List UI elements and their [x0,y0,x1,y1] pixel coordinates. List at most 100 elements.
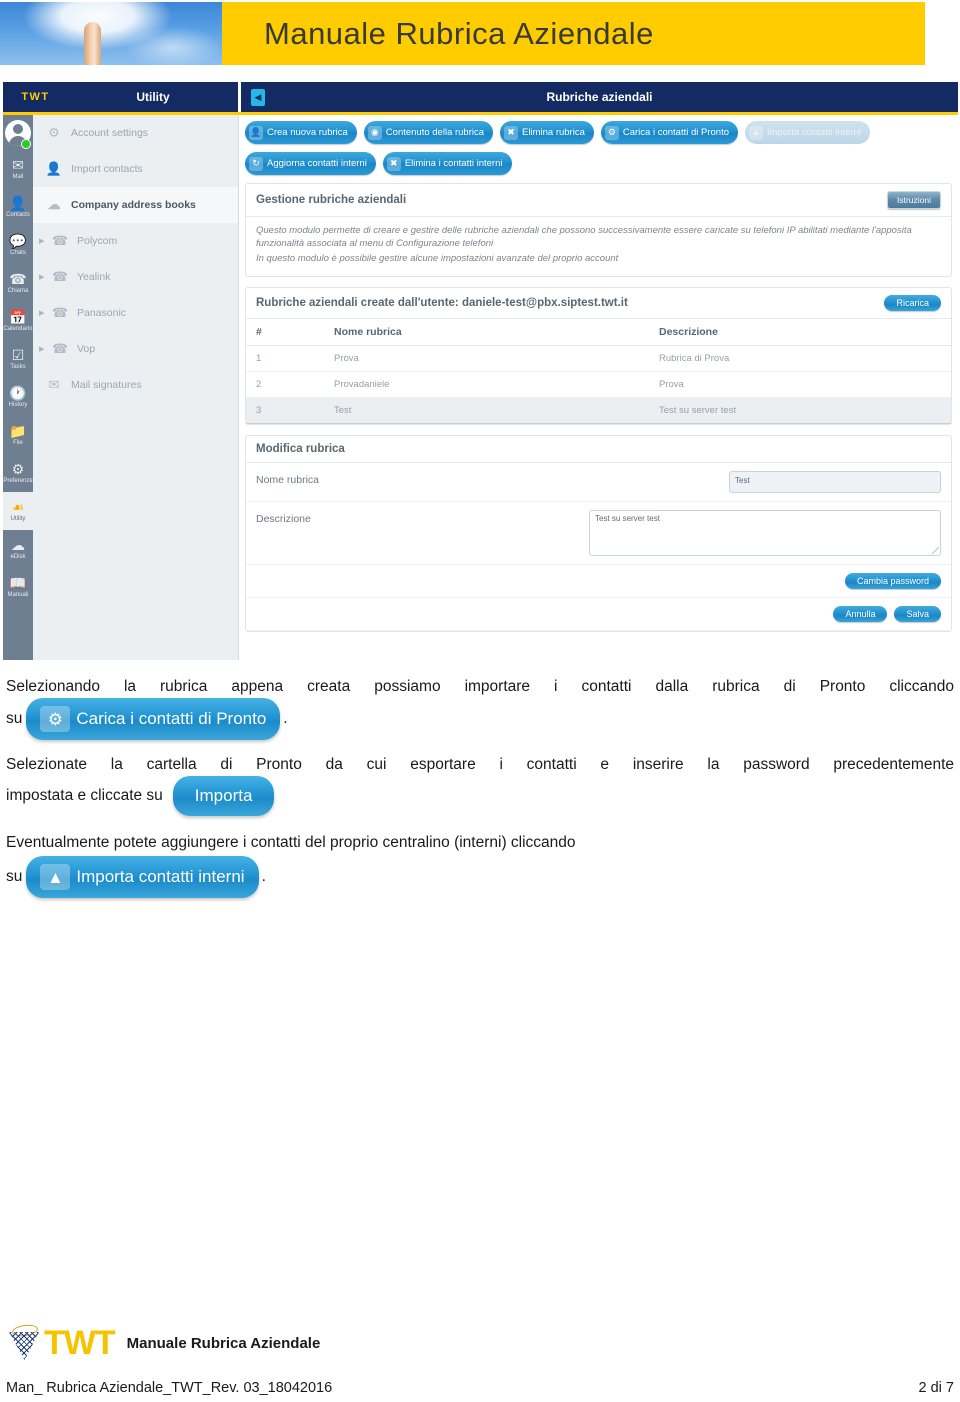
rail-item-chats[interactable]: 💬 Chats [3,226,33,264]
menu-item-polycom[interactable]: ▶ ☎ Polycom [33,223,238,259]
table-row[interactable]: 1 Prova Rubrica di Prova [246,345,951,372]
period-3: . [261,868,266,885]
footer-page-number: 2 di 7 [918,1380,954,1396]
cell-num: 3 [246,397,324,424]
account-settings-icon: ⚙ [48,125,60,140]
salva-button[interactable]: Salva [894,606,941,622]
menu-item-import-contacts[interactable]: 👤 Import contacts [33,151,238,187]
menu-item-company-address-books[interactable]: ☁ Company address books [33,187,238,223]
rail-item-file[interactable]: 📁 File [3,416,33,454]
carica-contatti-pronto-inline-button[interactable]: ⚙ Carica i contatti di Pronto [26,698,281,740]
rail-item-history[interactable]: 🕐 History [3,378,33,416]
edit-panel-title: Modifica rubrica [256,443,345,455]
elimina-rubrica-button[interactable]: ✖ Elimina rubrica [500,121,594,144]
nome-rubrica-input[interactable]: Test [729,471,941,493]
app-body: ✉ Mail 👤 Contacts 💬 Chats ☎ Chiama 📅 Cal… [3,115,958,660]
database-import-icon: ⚙ [604,125,619,140]
contenuto-della-rubrica-button[interactable]: ◉ Contenuto della rubrica [363,121,494,144]
resize-grip-icon[interactable] [932,547,939,554]
edit-panel-header: Modifica rubrica [246,436,951,463]
menu-item-label: Account settings [71,127,149,139]
aggiorna-contatti-interni-button[interactable]: ↻ Aggiorna contatti interni [245,152,376,175]
gear-icon: ⚙ [11,460,25,477]
menu-item-panasonic[interactable]: ▶ ☎ Panasonic [33,295,238,331]
person-icon: 👤 [9,194,27,211]
list-panel-title: Rubriche aziendali create dall'utente: d… [256,297,628,309]
phone-icon: ☎ [51,341,69,356]
menu-item-yealink[interactable]: ▶ ☎ Yealink [33,259,238,295]
footer-meta: Man_ Rubrica Aziendale_TWT_Rev. 03_18042… [6,1380,954,1396]
rail-label: Chiama [7,287,29,294]
elimina-contatti-interni-button[interactable]: ✖ Elimina i contatti interni [382,152,512,175]
database-import-icon: ⚙ [40,706,71,732]
address-book-icon: ☁ [47,197,61,212]
importa-contatti-interni-inline-button[interactable]: ▲ Importa contatti interni [26,856,259,898]
button-label: Aggiorna contatti interni [267,158,367,169]
button-label: Importa contatti interni [76,867,245,886]
twt-mesh-icon [6,1323,44,1362]
button-label: Elimina rubrica [522,127,585,138]
topbar-section-utility[interactable]: Utility [68,82,238,112]
menu-item-label: Import contacts [71,163,143,175]
mail-signature-icon: ✉ [48,377,60,392]
twt-wordmark: TWT [44,1324,116,1362]
menu-item-mail-signatures[interactable]: ✉ Mail signatures [33,367,238,403]
users-refresh-icon: ↻ [249,156,263,171]
rail-item-contacts[interactable]: 👤 Contacts [3,188,33,226]
users-delete-icon: ✖ [386,156,401,171]
rail-item-edisk[interactable]: ☁ eDisk [3,530,33,568]
rail-label: Calendario [3,325,33,332]
rail-item-mail[interactable]: ✉ Mail [3,150,33,188]
rail-item-tasks[interactable]: ☑ Tasks [3,340,33,378]
cell-desc: Rubrica di Prova [649,345,951,372]
menu-item-account-settings[interactable]: ⚙ Account settings [33,115,238,151]
rubriche-table: # Nome rubrica Descrizione 1 Prova Rubri… [246,319,951,424]
rail-label: Manuali [7,591,29,598]
button-label: Carica i contatti di Pronto [622,127,729,138]
users-upload-icon: ▲ [749,125,763,140]
cell-num: 1 [246,345,324,372]
button-label: Carica i contatti di Pronto [76,709,267,728]
document-body: Selezionando la rubrica appena creata po… [6,672,954,898]
rail-item-manuali[interactable]: 📖 Manuali [3,568,33,606]
cell-name: Prova [324,345,649,372]
cambia-password-button[interactable]: Cambia password [844,573,941,589]
menu-item-vop[interactable]: ▶ ☎ Vop [33,331,238,367]
banner-title: Manuale Rubrica Aziendale [264,15,654,51]
ricarica-button[interactable]: Ricarica [884,295,941,311]
nodes-icon: ☙ [11,498,25,515]
field-row-nome: Nome rubrica Test [246,463,951,502]
cell-name: Provadaniele [324,371,649,398]
phone-icon: ☎ [9,270,27,287]
descrizione-textarea[interactable]: Test su server test [589,510,941,556]
rail-item-utility[interactable]: ☙ Utility [3,492,33,530]
rail-label: Contacts [6,211,30,218]
paragraph-3: Eventualmente potete aggiungere i contat… [6,834,576,851]
import-contacts-icon: 👤 [45,161,63,176]
rail-item-chiama[interactable]: ☎ Chiama [3,264,33,302]
istruzioni-button[interactable]: Istruzioni [886,191,941,209]
rubriche-list-panel: Rubriche aziendali create dall'utente: d… [245,287,952,425]
crea-nuova-rubrica-button[interactable]: 👤 Crea nuova rubrica [245,121,357,144]
table-header-row: # Nome rubrica Descrizione [246,319,951,346]
su-text-2: impostata e cliccate su [6,787,163,804]
rail-item-calendario[interactable]: 📅 Calendario [3,302,33,340]
importa-inline-button[interactable]: Importa [172,776,275,816]
clock-icon: 🕐 [9,384,27,401]
avatar[interactable] [3,115,33,150]
app-topbar: TWT Utility ◀ Rubriche aziendali [3,82,958,112]
su-text-1: su [6,710,23,727]
column-header-desc: Descrizione [649,319,951,346]
table-row-selected[interactable]: 3 Test Test su server test [246,397,951,424]
importa-contatti-interni-button[interactable]: ▲ Importa contatti interni [745,121,870,144]
cell-num: 2 [246,371,324,398]
carica-contatti-pronto-button[interactable]: ⚙ Carica i contatti di Pronto [600,121,738,144]
paragraph-3-button-line: su ▲ Importa contatti interni . [6,856,954,898]
annulla-button[interactable]: Annulla [833,606,888,622]
descrizione-value: Test su server test [595,514,660,523]
cell-name: Test [324,397,649,424]
table-row[interactable]: 2 Provadaniele Prova [246,371,951,398]
paragraph-1-button-line: su ⚙ Carica i contatti di Pronto . [6,698,954,740]
rail-item-preferenze[interactable]: ⚙ Preferenze [3,454,33,492]
chevron-right-icon: ▶ [39,346,45,353]
